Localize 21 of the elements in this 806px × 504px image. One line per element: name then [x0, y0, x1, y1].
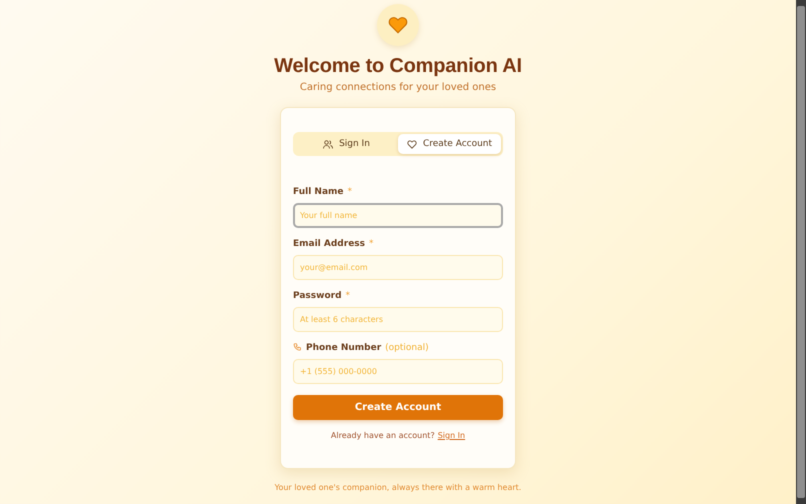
required-mark: *	[348, 186, 352, 196]
heart-icon	[388, 16, 408, 34]
tab[interactable]: Create Account	[398, 134, 501, 154]
scrollbar[interactable]	[796, 0, 806, 504]
optional-note: (optional)	[385, 342, 429, 352]
required-mark: *	[369, 238, 374, 248]
field-label: Full Name	[293, 186, 344, 196]
page-title: Welcome to Companion AI	[274, 55, 522, 78]
tab[interactable]: Sign In	[295, 134, 398, 154]
sign-in-link[interactable]: Sign In	[438, 431, 466, 440]
footer-text: Your loved one's companion, always there with a warm heart.	[274, 483, 522, 492]
required-mark: *	[346, 290, 350, 300]
input-field[interactable]: Your full name	[293, 203, 503, 228]
field-label: Password	[293, 290, 342, 300]
page-subtitle: Caring connections for your loved ones	[300, 82, 496, 93]
field-label: Email Address	[293, 238, 366, 248]
people-icon	[323, 140, 334, 148]
heart-icon	[406, 140, 417, 148]
prompt-text: Already have an account?	[330, 431, 435, 440]
field-label: Phone Number	[306, 342, 382, 352]
phone-icon	[293, 343, 302, 352]
